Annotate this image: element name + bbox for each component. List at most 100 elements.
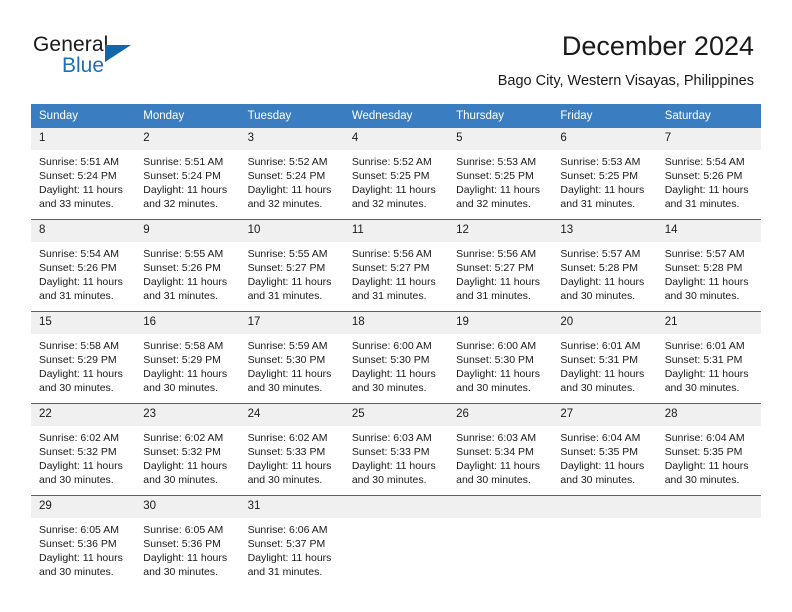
day-cell[interactable]: 25 Sunrise: 6:03 AM Sunset: 5:33 PM Dayl…: [343, 403, 449, 496]
sunset-text: Sunset: 5:29 PM: [143, 354, 221, 366]
day-cell[interactable]: 1 Sunrise: 5:51 AM Sunset: 5:24 PM Dayli…: [31, 128, 136, 220]
day-cell[interactable]: 20 Sunrise: 6:01 AM Sunset: 5:31 PM Dayl…: [552, 311, 657, 404]
day-details: Sunrise: 6:04 AM Sunset: 5:35 PM Dayligh…: [552, 426, 657, 495]
day-cell-empty: [552, 495, 657, 587]
day-cell[interactable]: 15 Sunrise: 5:58 AM Sunset: 5:29 PM Dayl…: [31, 311, 136, 404]
day-details: Sunrise: 6:00 AM Sunset: 5:30 PM Dayligh…: [343, 334, 449, 403]
day-number: 18: [343, 312, 449, 334]
day-cell[interactable]: 7 Sunrise: 5:54 AM Sunset: 5:26 PM Dayli…: [656, 128, 761, 220]
day-cell[interactable]: 11 Sunrise: 5:56 AM Sunset: 5:27 PM Dayl…: [343, 219, 449, 312]
daylight-text-line2: and 31 minutes.: [39, 290, 114, 302]
sunset-text: Sunset: 5:30 PM: [456, 354, 534, 366]
page-header: General Blue December 2024 Bago City, We…: [0, 0, 792, 104]
daylight-text-line2: and 32 minutes.: [247, 198, 323, 210]
day-details: Sunrise: 5:51 AM Sunset: 5:24 PM Dayligh…: [31, 150, 136, 219]
day-number: 15: [31, 312, 136, 334]
day-cell[interactable]: 29 Sunrise: 6:05 AM Sunset: 5:36 PM Dayl…: [31, 495, 136, 587]
sunrise-text: Sunrise: 5:55 AM: [247, 248, 328, 260]
day-cell[interactable]: 17 Sunrise: 5:59 AM Sunset: 5:30 PM Dayl…: [239, 311, 344, 404]
daylight-text-line2: and 30 minutes.: [39, 566, 114, 578]
day-cell[interactable]: 9 Sunrise: 5:55 AM Sunset: 5:26 PM Dayli…: [135, 219, 240, 312]
day-number: 27: [552, 404, 657, 426]
sunrise-text: Sunrise: 5:56 AM: [351, 248, 432, 260]
daylight-text-line1: Daylight: 11 hours: [247, 552, 332, 564]
daylight-text-line2: and 31 minutes.: [456, 290, 531, 302]
daylight-text-line1: Daylight: 11 hours: [456, 184, 540, 196]
day-number: 1: [31, 128, 136, 150]
sunrise-text: Sunrise: 6:02 AM: [143, 432, 224, 444]
daylight-text-line1: Daylight: 11 hours: [39, 184, 123, 196]
day-cell[interactable]: 31 Sunrise: 6:06 AM Sunset: 5:37 PM Dayl…: [239, 495, 344, 587]
general-blue-logo[interactable]: General Blue: [33, 33, 163, 81]
sunrise-text: Sunrise: 6:05 AM: [39, 524, 119, 536]
sunset-text: Sunset: 5:24 PM: [247, 170, 326, 182]
day-cell[interactable]: 14 Sunrise: 5:57 AM Sunset: 5:28 PM Dayl…: [656, 219, 761, 312]
day-cell[interactable]: 24 Sunrise: 6:02 AM Sunset: 5:33 PM Dayl…: [239, 403, 344, 496]
day-cell[interactable]: 23 Sunrise: 6:02 AM Sunset: 5:32 PM Dayl…: [135, 403, 240, 496]
daylight-text-line2: and 31 minutes.: [143, 290, 218, 302]
daylight-text-line2: and 30 minutes.: [664, 382, 740, 394]
day-cell[interactable]: 30 Sunrise: 6:05 AM Sunset: 5:36 PM Dayl…: [135, 495, 240, 587]
day-cell[interactable]: 18 Sunrise: 6:00 AM Sunset: 5:30 PM Dayl…: [343, 311, 449, 404]
sunset-text: Sunset: 5:31 PM: [560, 354, 639, 366]
day-details: Sunrise: 5:58 AM Sunset: 5:29 PM Dayligh…: [135, 334, 240, 403]
daylight-text-line2: and 31 minutes.: [351, 290, 427, 302]
sunset-text: Sunset: 5:24 PM: [143, 170, 221, 182]
daylight-text-line1: Daylight: 11 hours: [351, 460, 436, 472]
daylight-text-line2: and 30 minutes.: [664, 290, 740, 302]
day-cell[interactable]: 8 Sunrise: 5:54 AM Sunset: 5:26 PM Dayli…: [31, 219, 136, 312]
day-number: 4: [343, 128, 449, 150]
sunset-text: Sunset: 5:24 PM: [39, 170, 117, 182]
day-cell[interactable]: 27 Sunrise: 6:04 AM Sunset: 5:35 PM Dayl…: [552, 403, 657, 496]
daylight-text-line1: Daylight: 11 hours: [351, 184, 436, 196]
daylight-text-line1: Daylight: 11 hours: [143, 276, 228, 288]
daylight-text-line1: Daylight: 11 hours: [664, 460, 749, 472]
daylight-text-line1: Daylight: 11 hours: [351, 368, 436, 380]
day-cell[interactable]: 4 Sunrise: 5:52 AM Sunset: 5:25 PM Dayli…: [343, 128, 449, 220]
day-cell[interactable]: 3 Sunrise: 5:52 AM Sunset: 5:24 PM Dayli…: [239, 128, 344, 220]
day-details: Sunrise: 5:52 AM Sunset: 5:25 PM Dayligh…: [343, 150, 449, 219]
day-details: Sunrise: 5:57 AM Sunset: 5:28 PM Dayligh…: [552, 242, 657, 311]
day-cell[interactable]: 19 Sunrise: 6:00 AM Sunset: 5:30 PM Dayl…: [448, 311, 553, 404]
daylight-text-line2: and 30 minutes.: [351, 474, 427, 486]
day-cell[interactable]: 13 Sunrise: 5:57 AM Sunset: 5:28 PM Dayl…: [552, 219, 657, 312]
logo-flag-icon: [105, 45, 131, 62]
daylight-text-line1: Daylight: 11 hours: [39, 276, 123, 288]
day-cell[interactable]: 26 Sunrise: 6:03 AM Sunset: 5:34 PM Dayl…: [448, 403, 553, 496]
daylight-text-line1: Daylight: 11 hours: [39, 460, 123, 472]
sunset-text: Sunset: 5:34 PM: [456, 446, 534, 458]
day-cell[interactable]: 2 Sunrise: 5:51 AM Sunset: 5:24 PM Dayli…: [135, 128, 240, 220]
day-cell[interactable]: 21 Sunrise: 6:01 AM Sunset: 5:31 PM Dayl…: [656, 311, 761, 404]
daylight-text-line1: Daylight: 11 hours: [247, 368, 332, 380]
week-row: 22 Sunrise: 6:02 AM Sunset: 5:32 PM Dayl…: [31, 403, 761, 496]
sunset-text: Sunset: 5:33 PM: [351, 446, 430, 458]
day-details: Sunrise: 5:55 AM Sunset: 5:27 PM Dayligh…: [239, 242, 344, 311]
day-details: Sunrise: 5:56 AM Sunset: 5:27 PM Dayligh…: [448, 242, 553, 311]
sunrise-text: Sunrise: 6:02 AM: [247, 432, 328, 444]
day-details: Sunrise: 6:04 AM Sunset: 5:35 PM Dayligh…: [656, 426, 761, 495]
sunrise-text: Sunrise: 5:52 AM: [247, 156, 328, 168]
day-details: Sunrise: 5:59 AM Sunset: 5:30 PM Dayligh…: [239, 334, 344, 403]
day-details: Sunrise: 6:03 AM Sunset: 5:34 PM Dayligh…: [448, 426, 553, 495]
day-cell[interactable]: 16 Sunrise: 5:58 AM Sunset: 5:29 PM Dayl…: [135, 311, 240, 404]
day-details: Sunrise: 6:06 AM Sunset: 5:37 PM Dayligh…: [239, 518, 344, 587]
day-number: 29: [31, 496, 136, 518]
calendar-grid: Sunday Monday Tuesday Wednesday Thursday…: [31, 104, 761, 587]
sunrise-text: Sunrise: 5:57 AM: [664, 248, 745, 260]
daylight-text-line1: Daylight: 11 hours: [143, 552, 228, 564]
sunset-text: Sunset: 5:28 PM: [560, 262, 639, 274]
day-number: 10: [239, 220, 344, 242]
weekday-header-sunday: Sunday: [31, 104, 136, 128]
daylight-text-line2: and 31 minutes.: [247, 566, 323, 578]
daylight-text-line2: and 30 minutes.: [143, 382, 218, 394]
calendar-head: Sunday Monday Tuesday Wednesday Thursday…: [31, 104, 761, 128]
day-details: Sunrise: 6:00 AM Sunset: 5:30 PM Dayligh…: [448, 334, 553, 403]
day-cell[interactable]: 5 Sunrise: 5:53 AM Sunset: 5:25 PM Dayli…: [448, 128, 553, 220]
day-cell[interactable]: 10 Sunrise: 5:55 AM Sunset: 5:27 PM Dayl…: [239, 219, 344, 312]
day-cell[interactable]: 12 Sunrise: 5:56 AM Sunset: 5:27 PM Dayl…: [448, 219, 553, 312]
week-row: 8 Sunrise: 5:54 AM Sunset: 5:26 PM Dayli…: [31, 219, 761, 312]
daylight-text-line1: Daylight: 11 hours: [664, 276, 749, 288]
day-cell[interactable]: 22 Sunrise: 6:02 AM Sunset: 5:32 PM Dayl…: [31, 403, 136, 496]
day-cell[interactable]: 6 Sunrise: 5:53 AM Sunset: 5:25 PM Dayli…: [552, 128, 657, 220]
day-cell[interactable]: 28 Sunrise: 6:04 AM Sunset: 5:35 PM Dayl…: [656, 403, 761, 496]
